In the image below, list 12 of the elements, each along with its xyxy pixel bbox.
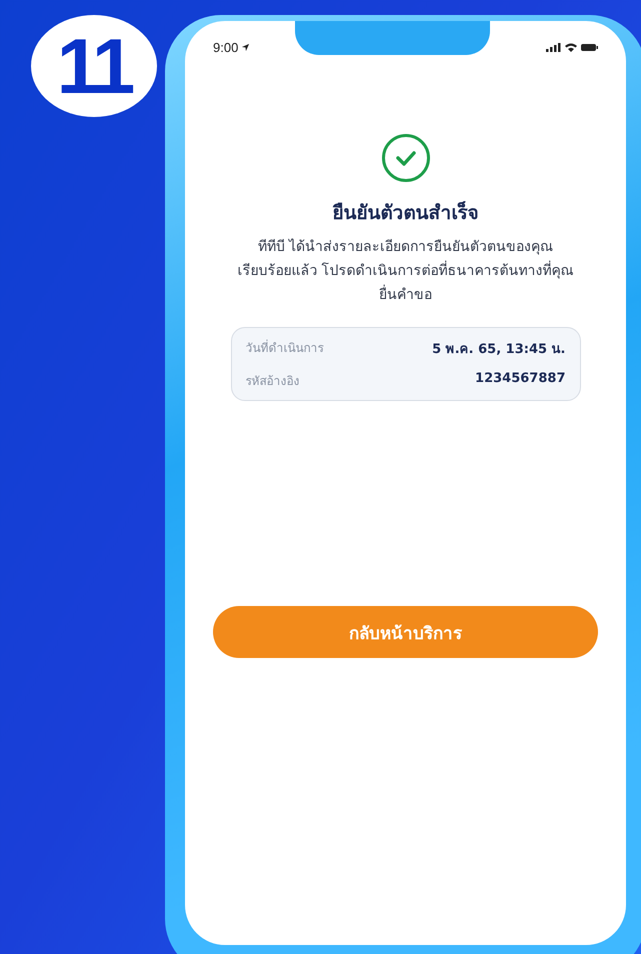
detail-value: 1234567887 xyxy=(475,371,566,388)
location-arrow-icon xyxy=(241,42,250,52)
status-time: 9:00 xyxy=(213,40,238,54)
back-to-services-button[interactable]: กลับหน้าบริการ xyxy=(213,606,598,658)
step-badge: 11 xyxy=(31,15,157,117)
signal-wifi-battery-icon xyxy=(546,42,598,52)
detail-label: รหัสอ้างอิง xyxy=(246,373,300,390)
detail-value: 5 พ.ค. 65, 13:45 น. xyxy=(432,341,566,359)
success-message: ทีทีบี ได้นำส่งรายละเอียดการยืนยันตัวตนของคุณเรียบร้อยแล้ว โปรดดำเนินการต่อที่ธนาคารต้นทางที่คุณยื่นคำขอ xyxy=(236,238,575,305)
success-check-icon xyxy=(380,133,430,183)
detail-label: วันที่ดำเนินการ xyxy=(246,338,324,357)
success-title: ยืนยันตัวตนสำเร็จ xyxy=(332,200,478,226)
